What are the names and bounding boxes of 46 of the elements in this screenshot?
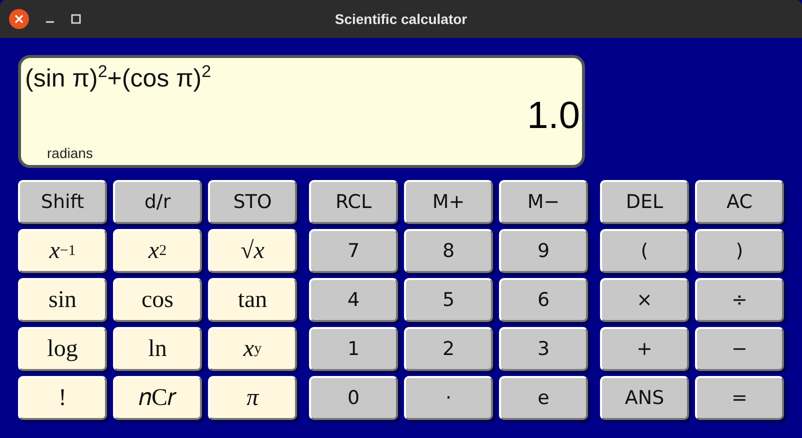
calculator-key[interactable]: M− bbox=[499, 180, 588, 224]
calculator-key[interactable]: · bbox=[404, 376, 493, 420]
calculator-key[interactable]: 0 bbox=[309, 376, 398, 420]
calculator-key[interactable]: sin bbox=[18, 278, 107, 322]
calculator-key[interactable]: 7 bbox=[309, 229, 398, 273]
calculator-key[interactable]: 𝑛C𝑟 bbox=[113, 376, 202, 420]
calculator-key[interactable]: √x bbox=[208, 229, 297, 273]
calculator-key[interactable]: 3 bbox=[499, 327, 588, 371]
calculator-key[interactable]: tan bbox=[208, 278, 297, 322]
calculator-key[interactable]: x$^{2}$ bbox=[113, 229, 202, 273]
maximize-icon[interactable] bbox=[71, 14, 81, 24]
calculator-key[interactable]: 5 bbox=[404, 278, 493, 322]
calculator-key[interactable]: − bbox=[695, 327, 784, 371]
calculator-key[interactable]: 8 bbox=[404, 229, 493, 273]
calculator-key[interactable]: × bbox=[600, 278, 689, 322]
calculator-key[interactable]: x$^{−1}$ bbox=[18, 229, 107, 273]
calculator-key[interactable]: log bbox=[18, 327, 107, 371]
calculator-key[interactable]: ) bbox=[695, 229, 784, 273]
calculator-key[interactable]: π bbox=[208, 376, 297, 420]
calculator-key[interactable]: AC bbox=[695, 180, 784, 224]
close-icon[interactable] bbox=[9, 9, 29, 29]
calculator-key[interactable]: 6 bbox=[499, 278, 588, 322]
calculator-key[interactable]: Shift bbox=[18, 180, 107, 224]
calculator-key[interactable]: d/r bbox=[113, 180, 202, 224]
calculator-key[interactable]: STO bbox=[208, 180, 297, 224]
calculator-key[interactable]: + bbox=[600, 327, 689, 371]
calculator-key[interactable]: 2 bbox=[404, 327, 493, 371]
calculator-key[interactable]: RCL bbox=[309, 180, 398, 224]
calculator-key[interactable]: e bbox=[499, 376, 588, 420]
calculator-key[interactable]: = bbox=[695, 376, 784, 420]
calculator-key[interactable]: DEL bbox=[600, 180, 689, 224]
calculator-key[interactable]: cos bbox=[113, 278, 202, 322]
expression-text: (sin π)$^{2}$+(cos π)$^{2}$ bbox=[24, 61, 212, 94]
window-title: Scientific calculator bbox=[334, 11, 468, 27]
calculator-key[interactable]: 4 bbox=[309, 278, 398, 322]
calculator-key[interactable]: 1 bbox=[309, 327, 398, 371]
result-text: 1.0 bbox=[527, 97, 581, 136]
calculator-key[interactable]: ANS bbox=[600, 376, 689, 420]
angle-mode-label: radians bbox=[47, 145, 93, 161]
calculator-key[interactable]: x$^{y}$ bbox=[208, 327, 297, 371]
calculator-key[interactable]: ( bbox=[600, 229, 689, 273]
calculator-key[interactable]: M+ bbox=[404, 180, 493, 224]
calculator-key[interactable]: ! bbox=[18, 376, 107, 420]
calculator-key[interactable]: ÷ bbox=[695, 278, 784, 322]
calculator-key[interactable]: 9 bbox=[499, 229, 588, 273]
calculator-key[interactable]: ln bbox=[113, 327, 202, 371]
